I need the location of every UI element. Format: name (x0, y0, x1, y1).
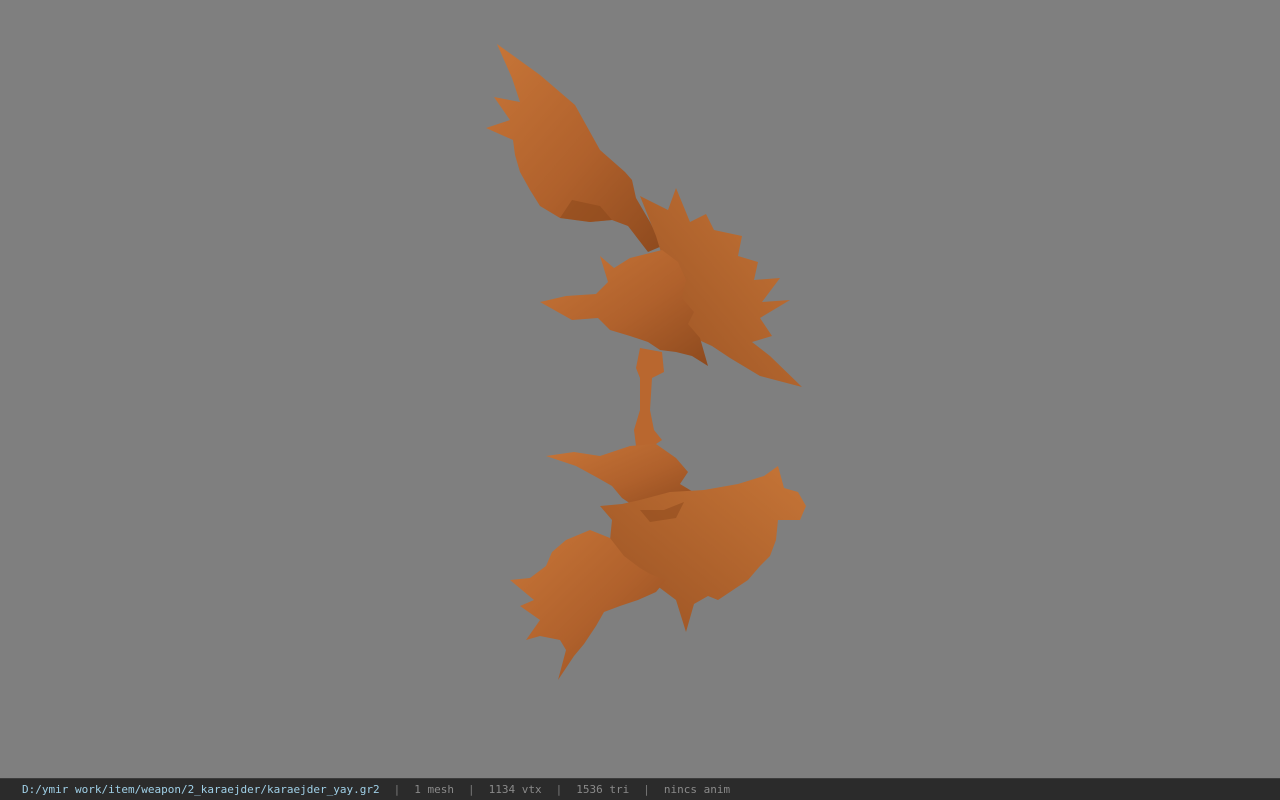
bow-upper-wing (486, 44, 662, 252)
anim-status: nincs anim (663, 783, 731, 796)
status-separator: | (468, 783, 475, 796)
vertex-count: 1134 vtx (488, 783, 542, 796)
bow-grip (634, 348, 664, 448)
model-render (486, 44, 806, 680)
status-bar: D:/ymir work/item/weapon/2_karaejder/kar… (0, 778, 1280, 800)
3d-viewport[interactable] (0, 0, 1280, 778)
status-separator: | (555, 783, 563, 796)
status-separator: | (393, 783, 401, 796)
mesh-count: 1 mesh (414, 783, 454, 796)
triangle-count: 1536 tri (576, 783, 630, 796)
file-path: D:/ymir work/item/weapon/2_karaejder/kar… (22, 783, 380, 796)
status-separator: | (643, 783, 650, 796)
